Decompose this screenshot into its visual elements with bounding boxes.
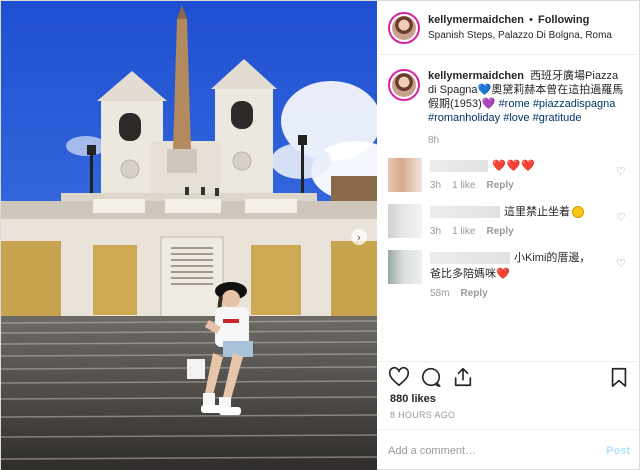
- reply-button[interactable]: Reply: [486, 226, 513, 237]
- comment-heart-icon[interactable]: ♡: [616, 212, 628, 224]
- blurred-username[interactable]: [430, 206, 500, 218]
- author-avatar[interactable]: [388, 11, 420, 44]
- comment-time[interactable]: 3h: [430, 226, 441, 237]
- comment-text-line: ❤️❤️❤️: [430, 158, 630, 174]
- comment-time[interactable]: 3h: [430, 180, 441, 191]
- likes-count[interactable]: 880 likes: [390, 393, 436, 405]
- blue-heart-icon: 💙: [477, 84, 492, 96]
- hashtag-romanholiday[interactable]: #romanholiday: [428, 112, 500, 124]
- comment-text-line: 爸比多陪媽咪 ❤️: [430, 266, 630, 282]
- post-side-panel: kellymermaidchen • Following Spanish Ste…: [378, 1, 640, 470]
- red-hearts-icon: ❤️❤️❤️: [492, 159, 537, 172]
- reply-button[interactable]: Reply: [486, 180, 513, 191]
- add-comment-input[interactable]: [388, 444, 607, 457]
- caption-time[interactable]: 8h: [428, 134, 628, 148]
- carousel-next-button[interactable]: ›: [351, 229, 367, 245]
- post-time-ago[interactable]: 8 HOURS AGO: [390, 410, 455, 420]
- speech-bubble-icon[interactable]: [420, 366, 442, 388]
- caption-body: kellymermaidchen 西班牙廣場Piazza di Spagna💙奧…: [428, 69, 628, 148]
- hashtag-rome[interactable]: #rome: [499, 98, 530, 110]
- instagram-post: › kellymermaidchen • Following Spanish S…: [0, 0, 640, 470]
- reply-button[interactable]: Reply: [460, 288, 487, 299]
- sweat-smile-emoji-icon: [572, 206, 584, 218]
- separator-dot: •: [529, 13, 533, 26]
- comments-list[interactable]: kellymermaidchen 西班牙廣場Piazza di Spagna💙奧…: [378, 57, 640, 357]
- post-comment-button[interactable]: Post: [606, 445, 630, 457]
- comment-body: 小Kimi的厝邊， 爸比多陪媽咪 ❤️ 58m Reply: [430, 250, 630, 299]
- photo-illustration: [1, 1, 377, 470]
- comment-text-2: 爸比多陪媽咪: [430, 268, 496, 280]
- caption-avatar[interactable]: [388, 69, 420, 101]
- comment-text-line: 這里禁止坐着: [430, 204, 630, 220]
- chevron-right-icon: ›: [356, 230, 362, 244]
- header-text: kellymermaidchen • Following Spanish Ste…: [428, 13, 612, 43]
- author-username[interactable]: kellymermaidchen: [428, 14, 524, 26]
- comment-item: 這里禁止坐着 3h 1 like Reply ♡: [378, 204, 640, 238]
- bookmark-icon[interactable]: [608, 366, 630, 388]
- location-link[interactable]: Spanish Steps, Palazzo Di Bolgna, Roma: [428, 28, 612, 43]
- comment-likes[interactable]: 1 like: [452, 180, 475, 191]
- post-header: kellymermaidchen • Following Spanish Ste…: [378, 1, 640, 55]
- comment-text-line: 小Kimi的厝邊，: [430, 250, 630, 266]
- purple-heart-icon: 💜: [481, 98, 496, 110]
- comment-item: ❤️❤️❤️ 3h 1 like Reply ♡: [378, 158, 640, 192]
- comment-item: 小Kimi的厝邊， 爸比多陪媽咪 ❤️ 58m Reply ♡: [378, 250, 640, 299]
- comment-meta: 3h 1 like Reply: [430, 180, 630, 191]
- red-heart-icon: ❤️: [496, 267, 511, 280]
- commenter-avatar[interactable]: [388, 158, 422, 192]
- avatar-image: [392, 73, 416, 97]
- comment-heart-icon[interactable]: ♡: [616, 258, 628, 270]
- share-icon[interactable]: [452, 366, 474, 388]
- comment-text-1: 小Kimi的厝邊，: [514, 252, 591, 264]
- hashtag-gratitude[interactable]: #gratitude: [533, 112, 582, 124]
- comment-body: 這里禁止坐着 3h 1 like Reply: [430, 204, 630, 238]
- following-button[interactable]: Following: [538, 14, 589, 26]
- comment-body: ❤️❤️❤️ 3h 1 like Reply: [430, 158, 630, 192]
- hashtag-piazzadispagna[interactable]: #piazzadispagna: [533, 98, 616, 110]
- commenter-avatar[interactable]: [388, 250, 422, 284]
- avatar-image: [392, 15, 416, 40]
- header-top-line: kellymermaidchen • Following: [428, 13, 612, 28]
- commenter-avatar[interactable]: [388, 204, 422, 238]
- action-bar: [378, 361, 640, 393]
- comment-meta: 3h 1 like Reply: [430, 226, 630, 237]
- comment-time[interactable]: 58m: [430, 288, 449, 299]
- post-photo[interactable]: ›: [1, 1, 377, 470]
- caption: kellymermaidchen 西班牙廣場Piazza di Spagna💙奧…: [378, 57, 640, 148]
- comment-text: 這里禁止坐着: [504, 206, 570, 218]
- comment-meta: 58m Reply: [430, 288, 630, 299]
- comment-composer: Post: [378, 429, 640, 470]
- blurred-username[interactable]: [430, 252, 510, 264]
- caption-username[interactable]: kellymermaidchen: [428, 70, 524, 82]
- comment-likes[interactable]: 1 like: [452, 226, 475, 237]
- comment-heart-icon[interactable]: ♡: [616, 166, 628, 178]
- hashtag-love[interactable]: #love: [503, 112, 529, 124]
- heart-outline-icon[interactable]: [388, 366, 410, 388]
- blurred-username[interactable]: [430, 160, 488, 172]
